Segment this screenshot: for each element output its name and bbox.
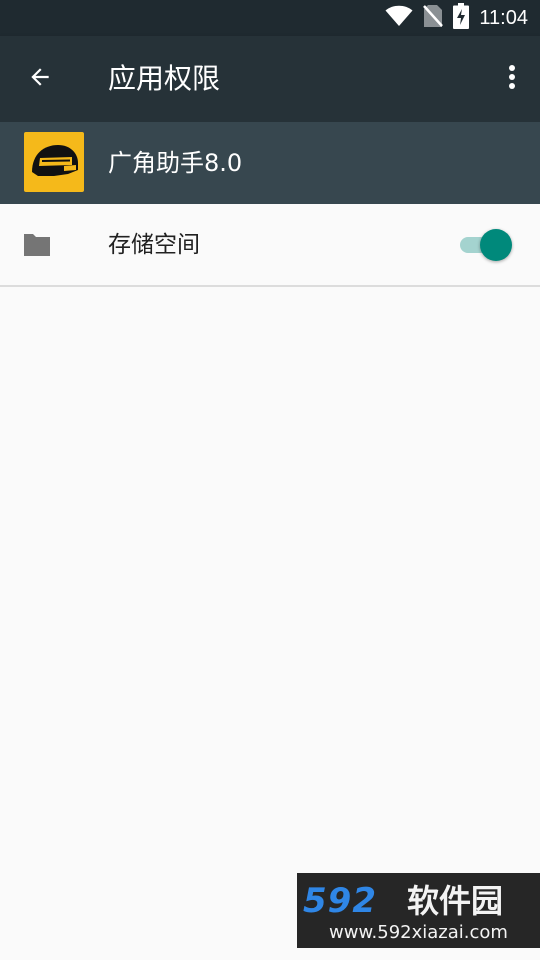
no-sim-icon (423, 4, 444, 32)
battery-charging-icon (453, 3, 470, 33)
wifi-icon (385, 5, 413, 31)
divider (0, 285, 540, 287)
switch-thumb (480, 229, 512, 261)
storage-permission-switch[interactable] (460, 228, 512, 262)
page-title: 应用权限 (108, 62, 221, 95)
status-clock: 11:04 (479, 6, 528, 29)
watermark: 592 软件园 www.592xiazai.com (297, 873, 540, 948)
app-bar: 应用权限 (0, 36, 540, 122)
watermark-url: www.592xiazai.com (329, 922, 508, 943)
permission-label: 存储空间 (108, 232, 200, 258)
back-button[interactable] (18, 57, 62, 101)
watermark-brand: 592 (303, 881, 377, 921)
arrow-back-icon (27, 64, 53, 94)
more-vert-icon (508, 64, 516, 94)
permission-row-storage[interactable]: 存储空间 (0, 204, 540, 286)
watermark-brand-cn: 软件园 (407, 882, 504, 920)
status-icons: 11:04 (385, 0, 528, 36)
helmet-icon (24, 145, 84, 192)
more-options-button[interactable] (500, 57, 524, 101)
status-bar: 11:04 (0, 0, 540, 36)
folder-icon (22, 232, 52, 258)
app-icon (24, 132, 84, 192)
app-header: 广角助手8.0 (0, 122, 540, 204)
app-name: 广角助手8.0 (108, 149, 243, 177)
